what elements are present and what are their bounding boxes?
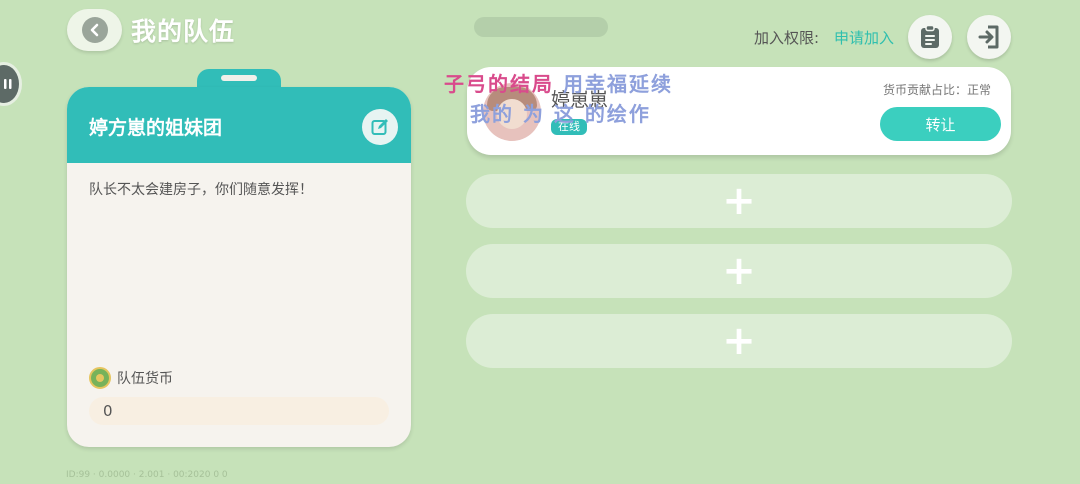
plus-icon: +: [722, 318, 756, 364]
plus-icon: +: [722, 248, 756, 294]
clipboard-button[interactable]: [908, 15, 952, 59]
exit-door-icon: [978, 25, 999, 49]
add-member-slot[interactable]: +: [466, 314, 1012, 368]
overlay-text-part-a: 子弓的结局: [444, 72, 554, 96]
overlay-text-part-b: 用幸福延续: [562, 72, 673, 96]
edit-team-button[interactable]: [362, 109, 398, 145]
team-currency-value: 0: [89, 397, 389, 425]
team-currency-label-row: 队伍货币: [89, 367, 173, 389]
chevron-left-icon: [81, 17, 108, 43]
plus-icon: +: [722, 178, 756, 224]
team-description: 队长不太会建房子，你们随意发挥！: [89, 182, 313, 198]
footer-info: ID:99 · 0.0000 · 2.001 · 00:2020 0 0: [66, 470, 228, 480]
join-permission-value[interactable]: 申请加入: [834, 27, 894, 48]
page-title: 我的队伍: [131, 17, 236, 46]
side-menu-handle[interactable]: [0, 62, 22, 106]
team-name: 婷方崽的姐妹团: [89, 117, 223, 139]
team-card-header: 婷方崽的姐妹团: [67, 87, 411, 163]
team-card: 婷方崽的姐妹团 队长不太会建房子，你们随意发挥！ 队伍货币 0: [67, 87, 411, 447]
exit-team-button[interactable]: [967, 15, 1011, 59]
join-permission-label: 加入权限:: [754, 29, 820, 47]
add-member-slot[interactable]: +: [466, 244, 1012, 298]
top-indicator-pill: [474, 17, 608, 37]
edit-pencil-icon: [371, 119, 388, 135]
overlay-text-line-1: 子弓的结局 用幸福延续: [444, 68, 673, 97]
add-member-slot[interactable]: +: [466, 174, 1012, 228]
handle-grip-icon: [4, 79, 12, 89]
contribution-label: 货币贡献占比：正常: [883, 83, 992, 97]
overlay-text-line-2: 我的 为 这 的绘作: [470, 102, 651, 126]
coin-icon: [89, 367, 111, 389]
transfer-button[interactable]: 转让: [880, 107, 1001, 141]
team-currency-label: 队伍货币: [117, 371, 173, 387]
back-button[interactable]: [67, 9, 122, 51]
clipboard-icon: [921, 25, 939, 48]
card-tab-slot: [221, 75, 257, 81]
